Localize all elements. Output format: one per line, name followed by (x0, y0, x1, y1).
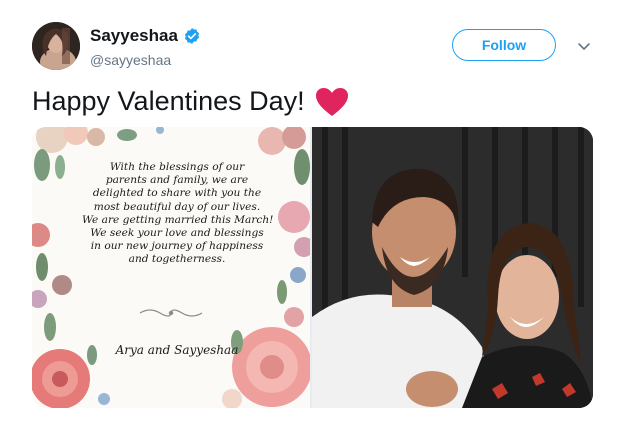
couple-photo-image[interactable] (312, 127, 593, 408)
tweet-text: Happy Valentines Day! (32, 86, 305, 116)
chevron-down-icon[interactable] (576, 38, 592, 54)
follow-button[interactable]: Follow (452, 29, 556, 61)
tweet-text-row: Happy Valentines Day! (32, 86, 349, 117)
display-name[interactable]: Sayyeshaa (90, 26, 178, 46)
invitation-line: With the blessings of our (109, 161, 245, 173)
verified-badge-icon (184, 28, 199, 44)
invitation-line: We are getting married this March! (82, 213, 274, 226)
author-name-row: Sayyeshaa (90, 26, 201, 46)
red-heart-icon (315, 87, 348, 116)
avatar[interactable] (32, 22, 80, 70)
invitation-message: With the blessings of our parents and fa… (82, 161, 274, 267)
invitation-signature: Arya and Sayyeshaa (115, 343, 239, 357)
invitation-line: most beautiful day of our lives. (93, 200, 261, 213)
invitation-line: parents and family, we are (105, 174, 249, 187)
invitation-line: in our new journey of happiness (90, 240, 264, 253)
invitation-line: and togetherness. (128, 253, 226, 266)
user-handle[interactable]: @sayyeshaa (90, 52, 171, 68)
invitation-line: delighted to share with you the (92, 187, 262, 200)
invitation-line: We seek your love and blessings (90, 227, 264, 240)
invitation-card-image[interactable]: With the blessings of our parents and fa… (32, 127, 310, 408)
couple-photo-icon (312, 127, 593, 408)
ornament-divider-icon (139, 309, 203, 317)
tweet-media[interactable]: With the blessings of our parents and fa… (32, 127, 593, 408)
